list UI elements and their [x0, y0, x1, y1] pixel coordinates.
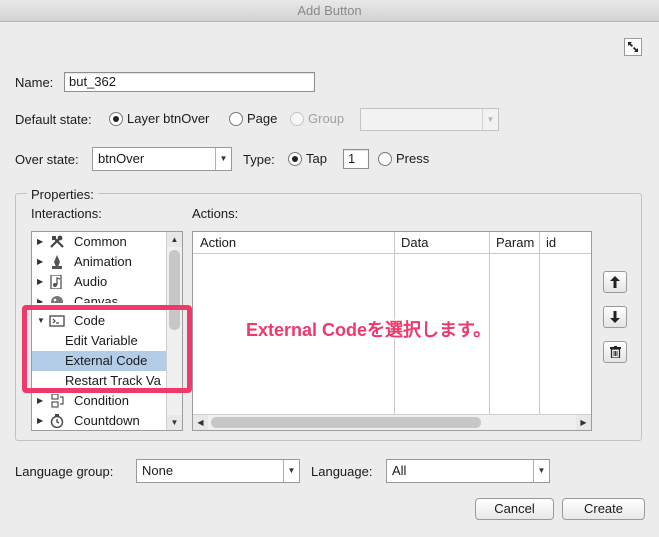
language-group-value: None — [142, 463, 174, 478]
move-down-button[interactable] — [603, 306, 627, 328]
default-state-label: Default state: — [15, 112, 92, 127]
chevron-right-icon: ▶ — [37, 277, 44, 286]
list-item-common[interactable]: ▶ Common — [32, 232, 166, 252]
chevron-down-icon: ▼ — [283, 460, 299, 482]
condition-icon — [51, 394, 64, 408]
chevron-right-icon: ▶ — [37, 237, 44, 246]
list-item-label: Condition — [74, 393, 129, 408]
create-button[interactable]: Create — [562, 498, 645, 520]
type-tap-label: Tap — [306, 151, 327, 166]
window-titlebar: Add Button — [0, 0, 659, 22]
scroll-left-icon[interactable]: ◀ — [193, 415, 208, 430]
type-tap-radio[interactable]: Tap — [288, 151, 327, 166]
list-item-label: Countdown — [74, 413, 140, 428]
annotation-text: External Codeを選択します。 — [246, 320, 492, 340]
default-state-group-label: Group — [308, 111, 345, 126]
group-select[interactable]: ▼ — [360, 108, 499, 131]
language-label: Language: — [311, 464, 373, 479]
chevron-down-icon: ▼ — [482, 109, 498, 130]
default-state-page-radio[interactable]: Page — [229, 111, 277, 126]
list-item-audio[interactable]: ▶ Audio — [32, 272, 166, 292]
type-press-radio[interactable]: Press — [378, 151, 429, 166]
default-state-layer-radio[interactable]: Layer btnOver — [109, 111, 209, 126]
actions-label: Actions: — [192, 206, 239, 221]
column-header-action[interactable]: Action — [193, 232, 394, 254]
type-press-label: Press — [396, 151, 430, 166]
expand-icon[interactable] — [624, 38, 642, 56]
column-header-param[interactable]: Param — [489, 232, 539, 254]
name-label: Name: — [15, 75, 54, 90]
arrow-down-icon — [610, 311, 620, 323]
scroll-up-icon[interactable]: ▲ — [167, 232, 182, 247]
list-item-label: Animation — [74, 254, 132, 269]
language-select[interactable]: All ▼ — [386, 459, 550, 483]
over-state-label: Over state: — [15, 152, 79, 167]
radio-disabled-icon — [290, 111, 304, 126]
chevron-right-icon: ▶ — [37, 257, 44, 266]
move-up-button[interactable] — [603, 271, 627, 293]
list-item-countdown[interactable]: ▶ Countdown — [32, 411, 166, 430]
over-state-value: btnOver — [98, 151, 145, 166]
scroll-right-icon[interactable]: ▶ — [576, 415, 591, 430]
radio-icon — [229, 111, 243, 126]
list-item-label: Audio — [74, 274, 108, 289]
cancel-button[interactable]: Cancel — [475, 498, 554, 520]
radio-icon — [378, 151, 392, 166]
scroll-thumb[interactable] — [211, 417, 481, 428]
delete-action-button[interactable] — [603, 341, 627, 363]
over-state-select[interactable]: btnOver ▼ — [92, 147, 232, 171]
language-group-select[interactable]: None ▼ — [136, 459, 300, 483]
list-item-condition[interactable]: ▶ Condition — [32, 391, 166, 411]
annotation-highlight-box — [22, 305, 192, 393]
radio-selected-icon — [288, 151, 302, 166]
list-item-label: Canvas — [74, 294, 119, 303]
default-state-group-radio[interactable]: Group — [290, 111, 344, 126]
language-value: All — [392, 463, 407, 478]
scroll-down-icon[interactable]: ▼ — [167, 415, 182, 430]
default-state-layer-label: Layer btnOver — [127, 111, 210, 126]
trash-icon — [609, 346, 621, 358]
chevron-down-icon: ▼ — [533, 460, 549, 482]
audio-icon — [50, 275, 62, 289]
default-state-page-label: Page — [247, 111, 278, 126]
column-header-id[interactable]: id — [539, 232, 591, 254]
tap-count-input[interactable]: 1 — [343, 149, 369, 169]
radio-selected-icon — [109, 111, 123, 126]
chevron-right-icon: ▶ — [37, 416, 44, 425]
list-item-animation[interactable]: ▶ Animation — [32, 252, 166, 272]
list-item-canvas[interactable]: ▶ Canvas — [32, 292, 166, 303]
list-item-label: Common — [74, 234, 127, 249]
column-divider — [539, 232, 540, 414]
tools-icon — [50, 235, 64, 248]
chevron-right-icon: ▶ — [37, 297, 44, 303]
properties-legend: Properties: — [27, 187, 98, 202]
arrow-up-icon — [610, 276, 620, 288]
chevron-right-icon: ▶ — [37, 396, 44, 405]
language-group-label: Language group: — [15, 464, 114, 479]
animation-icon — [52, 255, 62, 269]
interactions-label: Interactions: — [31, 206, 102, 221]
chevron-down-icon: ▼ — [215, 148, 231, 170]
countdown-icon — [50, 414, 64, 428]
type-label: Type: — [243, 152, 275, 167]
column-header-data[interactable]: Data — [394, 232, 489, 254]
actions-horizontal-scrollbar[interactable]: ◀ ▶ — [193, 414, 591, 430]
window-title: Add Button — [297, 3, 362, 18]
name-input[interactable]: but_362 — [64, 72, 315, 92]
canvas-icon — [51, 296, 63, 303]
